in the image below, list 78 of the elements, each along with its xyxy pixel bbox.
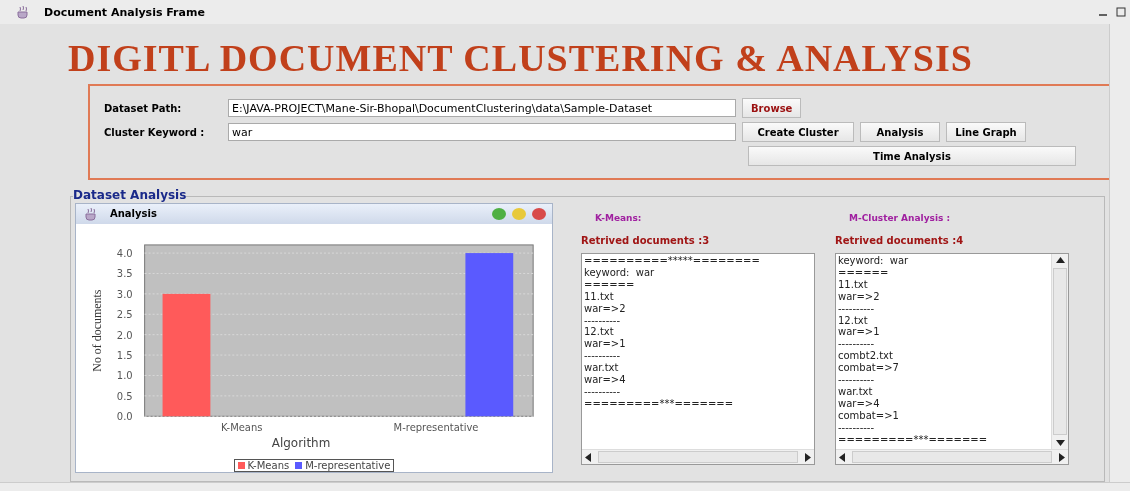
field-label: Cluster Keyword : — [104, 126, 206, 138]
down-arrow-icon[interactable] — [1055, 440, 1065, 446]
text-line: keyword: war — [584, 266, 656, 279]
app-heading: DIGITL DOCUMENT CLUSTERING & ANALYSIS — [67, 36, 974, 81]
text-line: ---------- — [838, 338, 876, 351]
text-line: war=>4 — [584, 374, 627, 386]
chart-window-title: Analysis — [110, 208, 157, 220]
line-graph-button[interactable]: Line Graph — [946, 122, 1026, 142]
x-axis-title: Algorithm — [271, 436, 331, 451]
y-tick-label: 1.0 — [116, 370, 133, 382]
analysis-button[interactable]: Analysis — [860, 122, 940, 142]
result-title: K-Means: — [594, 212, 643, 225]
close-icon[interactable] — [532, 207, 546, 220]
right-arrow-icon[interactable] — [1059, 452, 1065, 462]
text-line: ---------- — [584, 350, 622, 363]
window-title: Document Analysis Frame — [44, 5, 205, 19]
y-tick-label: 1.5 — [116, 350, 133, 361]
y-tick-label: 0.5 — [116, 390, 133, 402]
y-tick-label: 4.0 — [116, 248, 133, 259]
panel-title: Dataset Analysis — [73, 188, 187, 202]
text-line: ---------- — [838, 374, 876, 386]
text-line: combat=>7 — [838, 362, 900, 375]
text-line: 11.txt — [838, 278, 869, 291]
text-line: =========***======= — [838, 433, 989, 446]
text-line: 11.txt — [584, 290, 615, 303]
path-field[interactable]: E:\JAVA-PROJECT\Mane-Sir-Bhopal\DocumentClustering\data\Sample-Dataset — [228, 99, 736, 117]
results-text-area[interactable]: keyword: war ====== 11.txt war=>2 ---------- 12.txt war=>1 ---------- combt2.txt combat=>7 ---------- war.txt war=>4 combat=>1 ---------- =========***======= — [835, 253, 1069, 465]
text-line: 12.txt — [838, 314, 869, 327]
text-line: war=>1 — [584, 338, 627, 351]
text-line: ==========*****======== — [584, 255, 761, 267]
x-category-label: M-representative — [393, 422, 479, 434]
text-line: war=>4 — [838, 397, 881, 410]
text-line: ---------- — [584, 314, 622, 327]
y-tick-label: 3.5 — [116, 268, 133, 280]
left-arrow-icon[interactable] — [585, 452, 591, 462]
y-tick-label: 2.5 — [116, 309, 133, 321]
y-axis-title: No of documents — [89, 289, 104, 372]
y-tick-label: 3.0 — [116, 288, 133, 300]
time-analysis-button[interactable]: Time Analysis — [748, 146, 1076, 166]
horizontal-scrollbar[interactable] — [582, 449, 814, 464]
legend-label: K-Means — [247, 460, 290, 471]
text-line: ====== — [584, 278, 636, 291]
right-arrow-icon[interactable] — [805, 452, 811, 462]
text-line: war.txt — [838, 385, 874, 398]
text-line: ---------- — [838, 421, 876, 434]
text-line: combt2.txt — [838, 350, 894, 363]
text-line: combat=>1 — [838, 409, 900, 422]
retrieved-count: Retrived documents :4 — [835, 234, 965, 248]
text-line: 12.txt — [584, 326, 615, 339]
y-tick-label: 0.0 — [116, 411, 133, 423]
field-label: Dataset Path: — [104, 102, 183, 114]
text-line: ---------- — [584, 385, 622, 398]
cup-icon — [16, 5, 30, 19]
text-line: ====== — [838, 266, 890, 279]
text-line: ---------- — [838, 302, 876, 315]
left-arrow-icon[interactable] — [839, 452, 845, 462]
text-line: war=>1 — [838, 326, 881, 339]
vertical-scrollbar[interactable] — [1109, 24, 1130, 482]
text-line: war=>2 — [584, 302, 627, 315]
browse-button[interactable]: Browse — [742, 98, 802, 118]
y-tick-label: 2.0 — [116, 329, 133, 341]
maximize-icon[interactable] — [1116, 7, 1126, 17]
cup-icon — [84, 206, 98, 221]
vertical-scrollbar[interactable] — [1051, 254, 1068, 449]
keyword-field[interactable]: war — [228, 123, 736, 141]
results-text-area[interactable]: ==========*****======== keyword: war ====== 11.txt war=>2 ---------- 12.txt war=>1 ---------- war.txt war=>4 ---------- =========***======= — [581, 253, 815, 465]
create-cluster-button[interactable]: Create Cluster — [742, 122, 854, 142]
retrieved-count: Retrived documents :3 — [581, 234, 711, 248]
up-arrow-icon[interactable] — [1055, 257, 1065, 263]
x-category-label: K-Means — [221, 422, 263, 434]
horizontal-scrollbar[interactable] — [836, 449, 1068, 464]
legend-label: M-representative — [305, 460, 391, 471]
result-title: M-Cluster Analysis : — [848, 212, 952, 225]
horizontal-scrollbar[interactable] — [0, 482, 1130, 491]
text-line: war=>2 — [838, 290, 881, 303]
text-line: war.txt — [584, 362, 620, 375]
text-line: =========***======= — [584, 397, 735, 410]
text-line: keyword: war — [838, 255, 910, 267]
